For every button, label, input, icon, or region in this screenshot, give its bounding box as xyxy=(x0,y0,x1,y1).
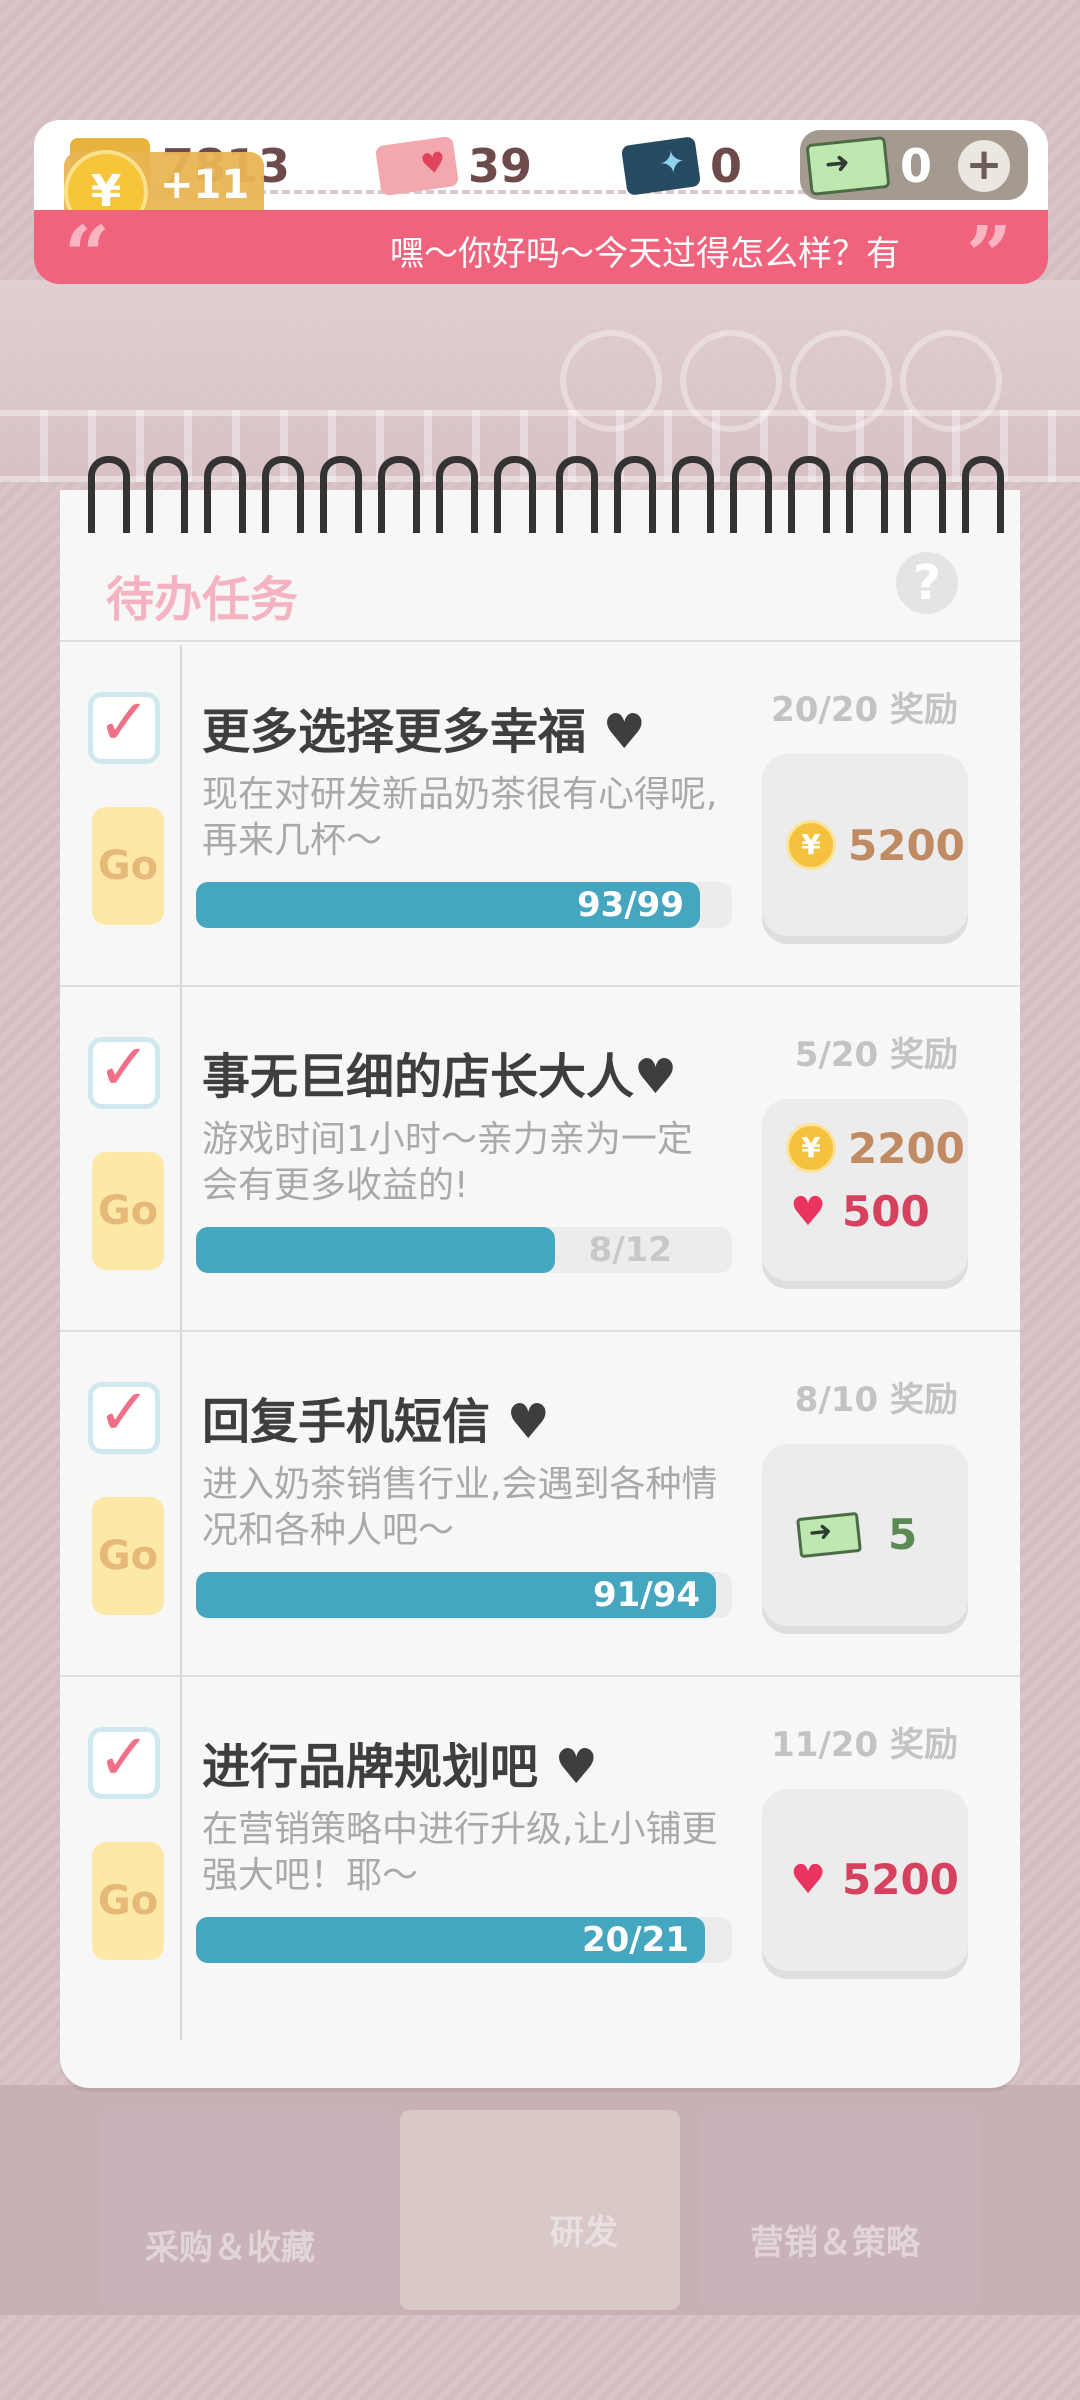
reward-item: ¥2200 xyxy=(786,1123,965,1173)
go-button[interactable]: Go xyxy=(92,1842,164,1960)
heart-card-resource: 39 xyxy=(374,132,533,200)
spiral-ring xyxy=(378,456,420,533)
coin-icon: ¥ xyxy=(786,1123,836,1173)
task-progress-fill xyxy=(196,1227,555,1273)
task-progress-text: 20/21 xyxy=(581,1920,689,1960)
task-row: ✓ Go 事无巨细的店长大人♥ 游戏时间1小时～亲力亲为一定会有更多收益的! 8… xyxy=(60,985,1020,1332)
task-progress-text: 91/94 xyxy=(592,1575,700,1615)
reward-progress-label: 20/20 奖励 xyxy=(771,690,958,730)
task-row: ✓ Go 更多选择更多幸福 ♥ 现在对研发新品奶茶很有心得呢,再来几杯～ 93/… xyxy=(60,640,1020,987)
tab-marketing-label: 营销＆策略 xyxy=(750,2223,920,2263)
spiral-ring xyxy=(730,456,772,533)
spiral-ring xyxy=(962,456,1004,533)
task-checkbox[interactable]: ✓ xyxy=(88,691,160,764)
reward-claim-button[interactable]: ¥2200 ♥ 500 xyxy=(762,1099,968,1281)
reward-item: ♥ 5200 xyxy=(786,1855,959,1904)
reward-item: ¥5200 xyxy=(786,820,965,870)
heart-icon: ♥ xyxy=(790,1856,826,1903)
tab-purchase[interactable] xyxy=(100,2110,400,2310)
add-cash-button[interactable]: + xyxy=(958,140,1010,192)
reward-item: 5 xyxy=(796,1510,918,1559)
spiral-ring xyxy=(494,456,536,533)
reward-value: 5 xyxy=(888,1510,918,1559)
reward-progress-label: 8/10 奖励 xyxy=(794,1380,958,1420)
task-title: 事无巨细的店长大人♥ xyxy=(202,1049,678,1105)
reward-claim-button[interactable]: ¥5200 xyxy=(762,754,968,936)
ticket-resource: 0 xyxy=(620,132,743,200)
spiral-ring xyxy=(146,456,188,533)
reward-value: 5200 xyxy=(842,1855,959,1904)
spiral-ring xyxy=(556,456,598,533)
task-progress-bar: 20/21 xyxy=(196,1917,732,1963)
task-checkbox[interactable]: ✓ xyxy=(88,1036,160,1109)
task-progress-bar: 8/12 xyxy=(196,1227,732,1273)
reward-progress-label: 5/20 奖励 xyxy=(794,1035,958,1075)
heart-card-count: 39 xyxy=(468,139,533,193)
task-description: 游戏时间1小时～亲力亲为一定会有更多收益的! xyxy=(202,1119,693,1206)
task-checkbox[interactable]: ✓ xyxy=(88,1381,160,1454)
task-title: 回复手机短信 ♥ xyxy=(202,1394,550,1450)
cash-count: 0 xyxy=(900,139,933,193)
background-circle xyxy=(560,330,662,432)
cash-resource-content: 0 xyxy=(805,132,933,200)
tab-research-label: 研发 xyxy=(550,2213,618,2253)
coin-icon: ¥ xyxy=(786,820,836,870)
speech-text: 嘿～你好吗～今天过得怎么样？有 xyxy=(390,234,900,274)
spiral-ring xyxy=(846,456,888,533)
task-title: 进行品牌规划吧 ♥ xyxy=(202,1739,598,1795)
task-progress-bar: 93/99 xyxy=(196,882,732,928)
reward-value: 500 xyxy=(842,1187,930,1236)
reward-value: 5200 xyxy=(848,820,965,870)
task-description: 在营销策略中进行升级,让小铺更强大吧！耶～ xyxy=(202,1809,718,1896)
go-button[interactable]: Go xyxy=(92,807,164,925)
background-circle xyxy=(790,330,892,432)
background-circle xyxy=(900,330,1002,432)
task-description: 进入奶茶销售行业,会遇到各种情况和各种人吧～ xyxy=(202,1464,718,1551)
spiral-ring xyxy=(788,456,830,533)
task-progress-text: 93/99 xyxy=(576,885,684,925)
reward-claim-button[interactable]: 5 xyxy=(762,1444,968,1626)
reward-progress-label: 11/20 奖励 xyxy=(771,1725,958,1765)
cash-icon xyxy=(796,1511,862,1558)
task-checkbox[interactable]: ✓ xyxy=(88,1726,160,1799)
spiral-ring xyxy=(672,456,714,533)
help-button[interactable]: ? xyxy=(896,552,958,614)
reward-item: ♥ 500 xyxy=(786,1187,930,1236)
spiral-ring xyxy=(904,456,946,533)
tab-marketing[interactable] xyxy=(700,2110,980,2310)
spiral-ring xyxy=(320,456,362,533)
task-title: 更多选择更多幸福 ♥ xyxy=(202,704,646,760)
tab-research[interactable] xyxy=(400,2110,680,2310)
go-button[interactable]: Go xyxy=(92,1152,164,1270)
quote-close-icon: ” xyxy=(966,208,1013,302)
task-description: 现在对研发新品奶茶很有心得呢,再来几杯～ xyxy=(202,774,718,861)
spiral-ring xyxy=(614,456,656,533)
spiral-ring xyxy=(88,456,130,533)
reward-value: 2200 xyxy=(848,1123,965,1173)
task-progress-bar: 91/94 xyxy=(196,1572,732,1618)
ticket-count: 0 xyxy=(710,139,743,193)
task-row: ✓ Go 进行品牌规划吧 ♥ 在营销策略中进行升级,让小铺更强大吧！耶～ 20/… xyxy=(60,1675,1020,2022)
coin-gain-text: +11 xyxy=(160,162,250,208)
spiral-ring xyxy=(436,456,478,533)
task-progress-text: 8/12 xyxy=(588,1230,672,1270)
notebook-title: 待办任务 xyxy=(106,572,299,628)
heart-card-icon xyxy=(374,135,460,197)
tab-purchase-label: 采购＆收藏 xyxy=(145,2228,315,2268)
heart-icon: ♥ xyxy=(790,1188,826,1235)
background-circle xyxy=(680,330,782,432)
quote-open-icon: “ xyxy=(64,208,111,302)
spiral-ring xyxy=(204,456,246,533)
reward-claim-button[interactable]: ♥ 5200 xyxy=(762,1789,968,1971)
go-button[interactable]: Go xyxy=(92,1497,164,1615)
task-row: ✓ Go 回复手机短信 ♥ 进入奶茶销售行业,会遇到各种情况和各种人吧～ 91/… xyxy=(60,1330,1020,1677)
cash-icon xyxy=(805,135,891,197)
ticket-icon xyxy=(620,136,702,196)
spiral-ring xyxy=(262,456,304,533)
